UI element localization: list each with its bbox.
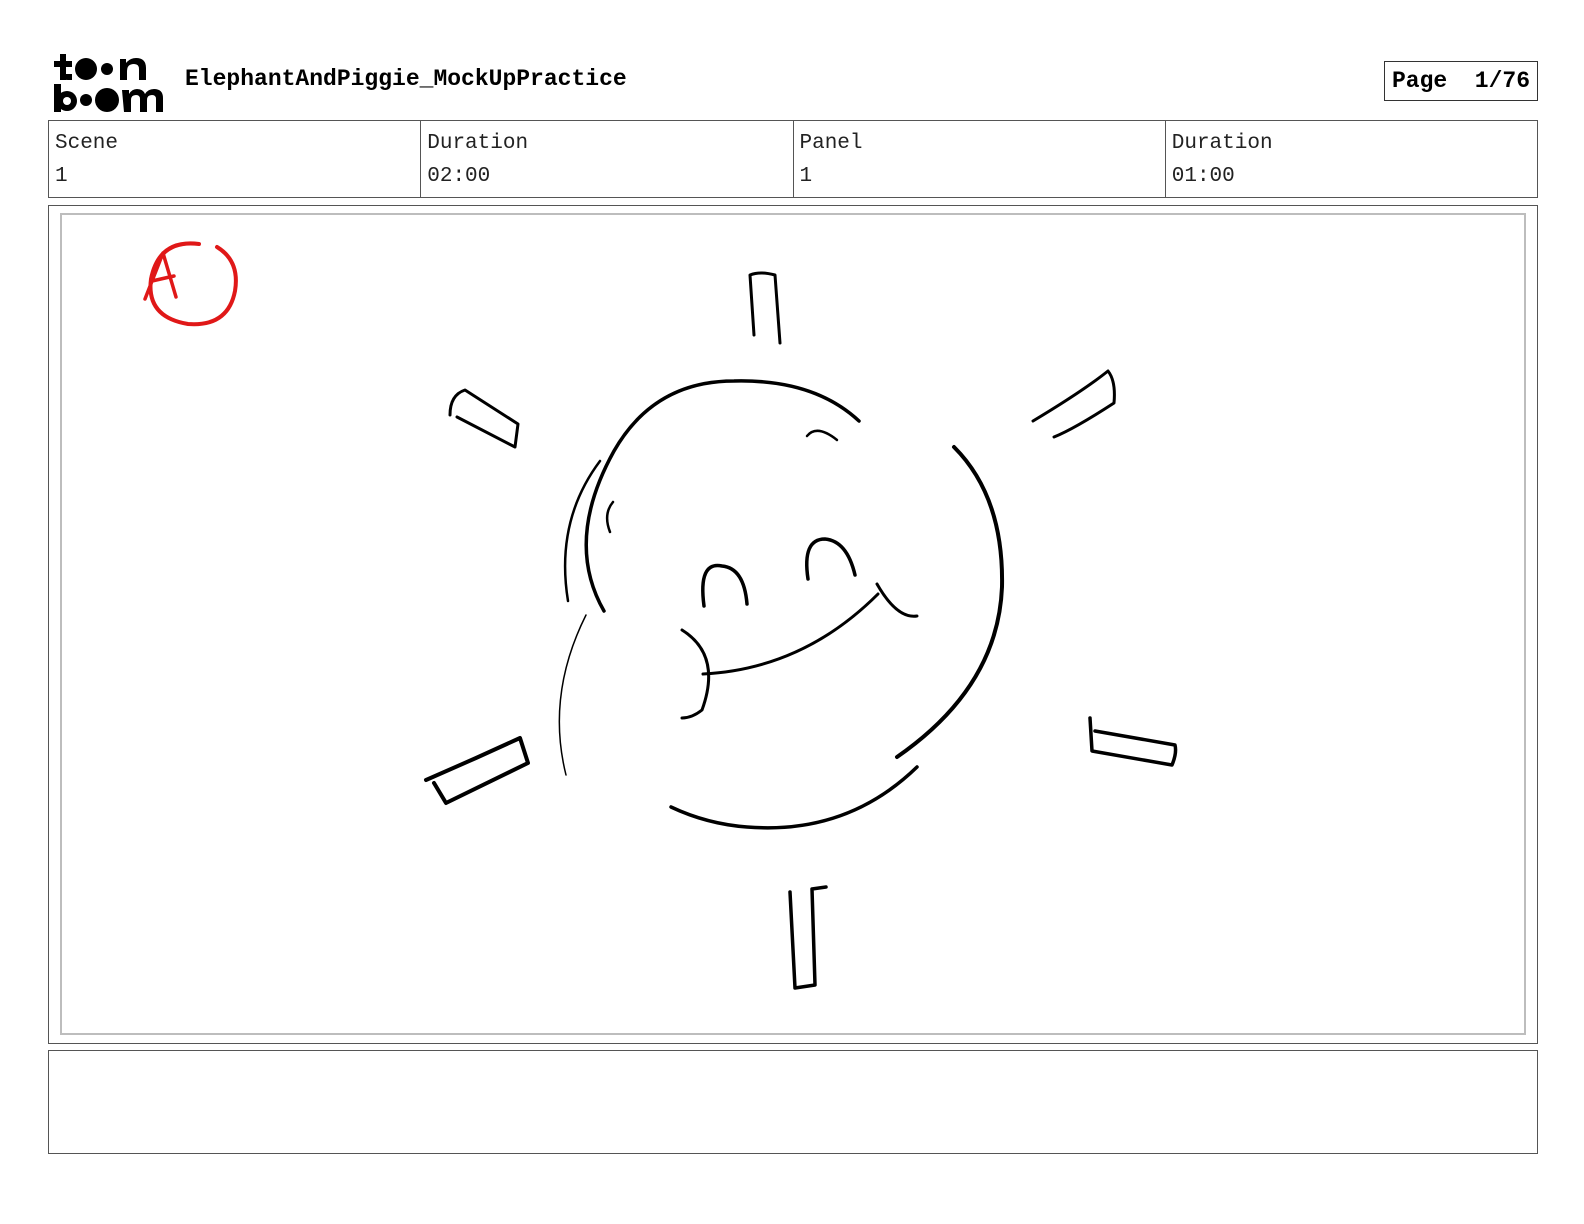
scene-cell: Scene 1	[49, 121, 422, 197]
page-indicator: Page 1/76	[1384, 61, 1538, 101]
scene-label: Scene	[55, 132, 119, 155]
sun-drawing	[424, 271, 1178, 990]
scene-duration-cell: Duration 02:00	[421, 121, 794, 197]
storyboard-panel-frame	[48, 205, 1538, 1044]
panel-duration-label: Duration	[1171, 132, 1273, 155]
panel-label: Panel	[799, 132, 863, 155]
panel-cell: Panel 1	[794, 121, 1166, 197]
scene-duration-value: 02:00	[427, 165, 491, 188]
scene-value: 1	[55, 165, 68, 188]
toon-boom-logo	[54, 54, 163, 112]
scene-info-table: Scene 1 Duration 02:00 Panel 1 Duration …	[48, 120, 1538, 198]
panel-notes-box[interactable]	[48, 1050, 1538, 1154]
panel-duration-value: 01:00	[1171, 165, 1235, 188]
panel-value: 1	[799, 165, 813, 188]
panel-drawing	[143, 241, 1178, 990]
scene-duration-label: Duration	[427, 132, 529, 155]
panel-safe-area	[60, 213, 1526, 1035]
panel-duration-cell: Duration 01:00	[1166, 121, 1537, 197]
marker-a	[143, 241, 238, 327]
document-title: ElephantAndPiggie_MockUpPractice	[185, 66, 627, 92]
page-label: Page	[1392, 68, 1448, 94]
page-number: 1/76	[1474, 68, 1530, 94]
